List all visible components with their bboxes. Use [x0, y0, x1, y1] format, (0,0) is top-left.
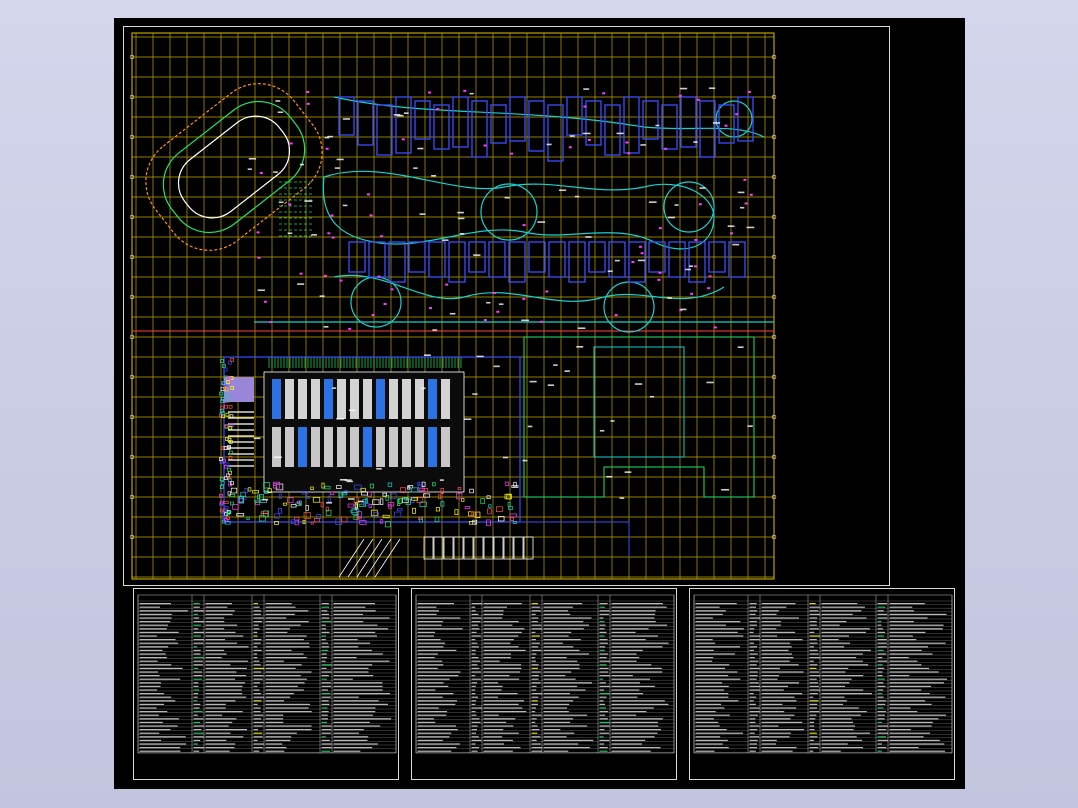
schedule-table-1 — [137, 594, 397, 754]
table-entries — [139, 603, 392, 752]
site-plan-drawing — [129, 32, 777, 580]
site-plan-sheet[interactable] — [123, 26, 890, 586]
schedule-sheet-3[interactable] — [689, 588, 955, 780]
table-entries — [417, 603, 669, 752]
table-entries — [695, 603, 948, 752]
east-wing — [519, 336, 755, 557]
green-planting — [268, 181, 462, 368]
schedule-sheet-1[interactable] — [133, 588, 399, 780]
lower-building — [218, 356, 521, 528]
cad-drawing-viewport[interactable] — [114, 18, 965, 789]
schedule-sheet-2[interactable] — [411, 588, 677, 780]
schedule-table-3 — [693, 594, 953, 754]
sports-track — [145, 83, 323, 251]
schedule-table-2 — [415, 594, 675, 754]
